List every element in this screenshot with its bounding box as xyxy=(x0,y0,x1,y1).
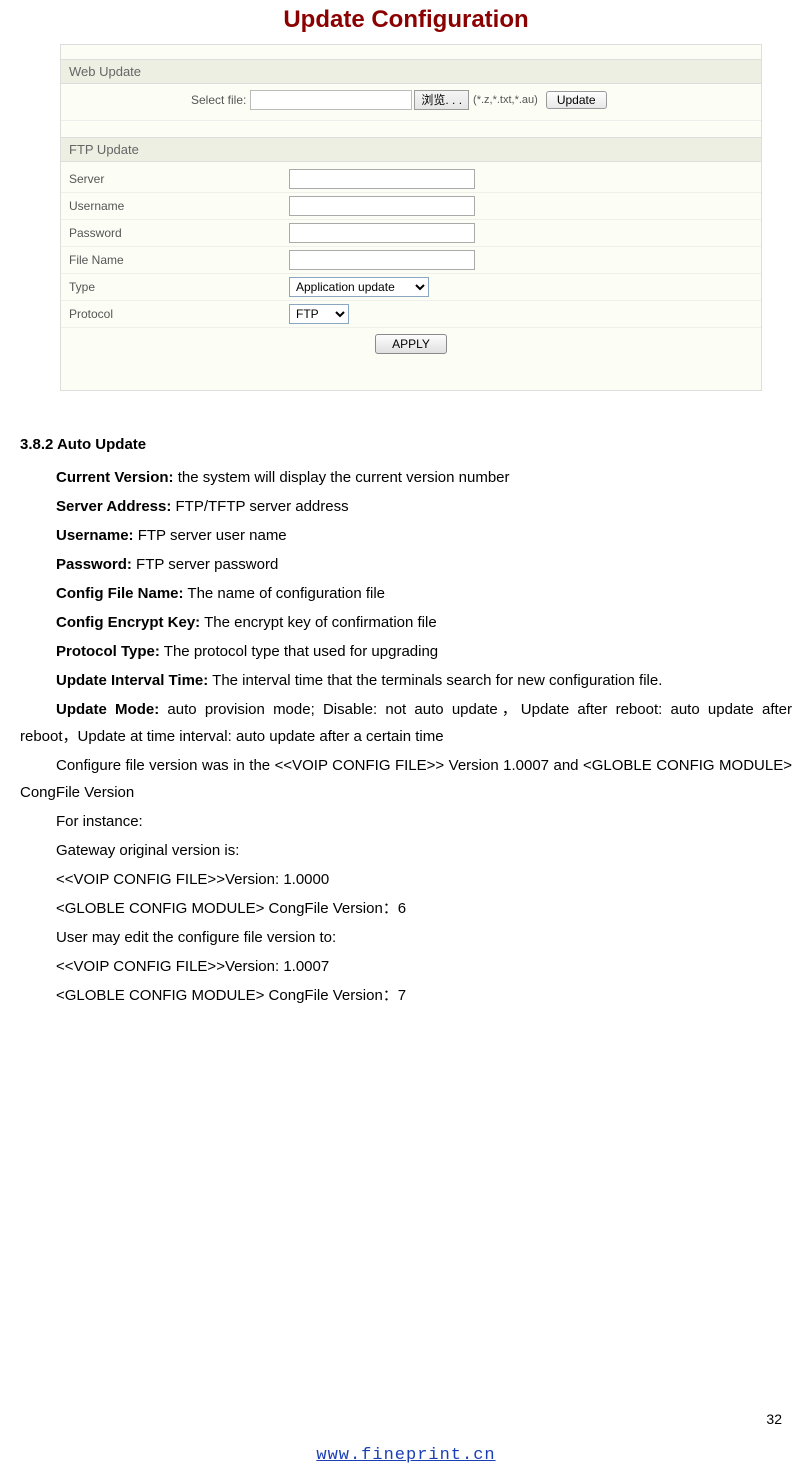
un-label: Username: xyxy=(56,527,134,544)
web-update-header: Web Update xyxy=(61,59,761,84)
for-instance: For instance: xyxy=(20,808,792,835)
page-number: 32 xyxy=(766,1411,782,1427)
update-button[interactable]: Update xyxy=(546,91,607,109)
type-row: Type Application update xyxy=(61,273,761,300)
doc-body: 3.8.2 Auto Update Current Version: the s… xyxy=(20,431,792,1009)
apply-button[interactable]: APPLY xyxy=(375,334,447,354)
protocol-row: Protocol FTP xyxy=(61,300,761,327)
cfn-text: The name of configuration file xyxy=(184,585,386,602)
protocol-select[interactable]: FTP xyxy=(289,304,349,324)
filename-label: File Name xyxy=(69,253,289,267)
server-row: Server xyxy=(61,166,761,192)
username-row: Username xyxy=(61,192,761,219)
sa-label: Server Address: xyxy=(56,498,171,515)
cfn-label: Config File Name: xyxy=(56,585,184,602)
file-hint: (*.z,*.txt,*.au) xyxy=(473,94,538,106)
password-label: Password xyxy=(69,226,289,240)
ftp-update-body: Server Username Password File Name Type … xyxy=(61,162,761,360)
cek-text: The encrypt key of confirmation file xyxy=(200,614,437,631)
browse-button[interactable]: 浏览. . . xyxy=(414,90,469,110)
file-path-input[interactable] xyxy=(250,90,412,110)
username-label: Username xyxy=(69,199,289,213)
edit1: <<VOIP CONFIG FILE>>Version: 1.0007 xyxy=(20,953,792,980)
password-row: Password xyxy=(61,219,761,246)
edit2: <GLOBLE CONFIG MODULE> CongFile Version：… xyxy=(20,982,792,1009)
sa-text: FTP/TFTP server address xyxy=(171,498,348,515)
orig1: <<VOIP CONFIG FILE>>Version: 1.0000 xyxy=(20,866,792,893)
pw-label: Password: xyxy=(56,556,132,573)
ftp-update-header: FTP Update xyxy=(61,137,761,162)
username-input[interactable] xyxy=(289,196,475,216)
pw-text: FTP server password xyxy=(132,556,278,573)
un-text: FTP server user name xyxy=(134,527,287,544)
um-label: Update Mode: xyxy=(56,701,159,718)
password-input[interactable] xyxy=(289,223,475,243)
protocol-label: Protocol xyxy=(69,307,289,321)
cek-label: Config Encrypt Key: xyxy=(56,614,200,631)
web-update-row: Select file: 浏览. . . (*.z,*.txt,*.au) Up… xyxy=(61,84,761,121)
select-file-label: Select file: xyxy=(191,93,246,107)
update-config-panel: Web Update Select file: 浏览. . . (*.z,*.t… xyxy=(60,44,762,391)
edit-header: User may edit the configure file version… xyxy=(20,924,792,951)
pt-text: The protocol type that used for upgradin… xyxy=(160,643,438,660)
cv-label: Current Version: xyxy=(56,469,174,486)
section-heading: 3.8.2 Auto Update xyxy=(20,431,792,458)
cv-text: the system will display the current vers… xyxy=(174,469,510,486)
footer-link[interactable]: www.fineprint.cn xyxy=(0,1446,812,1465)
server-label: Server xyxy=(69,172,289,186)
conf-line: Configure file version was in the <<VOIP… xyxy=(20,752,792,806)
filename-input[interactable] xyxy=(289,250,475,270)
orig-header: Gateway original version is: xyxy=(20,837,792,864)
server-input[interactable] xyxy=(289,169,475,189)
type-select[interactable]: Application update xyxy=(289,277,429,297)
pt-label: Protocol Type: xyxy=(56,643,160,660)
filename-row: File Name xyxy=(61,246,761,273)
type-label: Type xyxy=(69,280,289,294)
orig2: <GLOBLE CONFIG MODULE> CongFile Version：… xyxy=(20,895,792,922)
page-title: Update Configuration xyxy=(0,6,812,34)
uit-label: Update Interval Time: xyxy=(56,672,208,689)
uit-text: The interval time that the terminals sea… xyxy=(208,672,662,689)
